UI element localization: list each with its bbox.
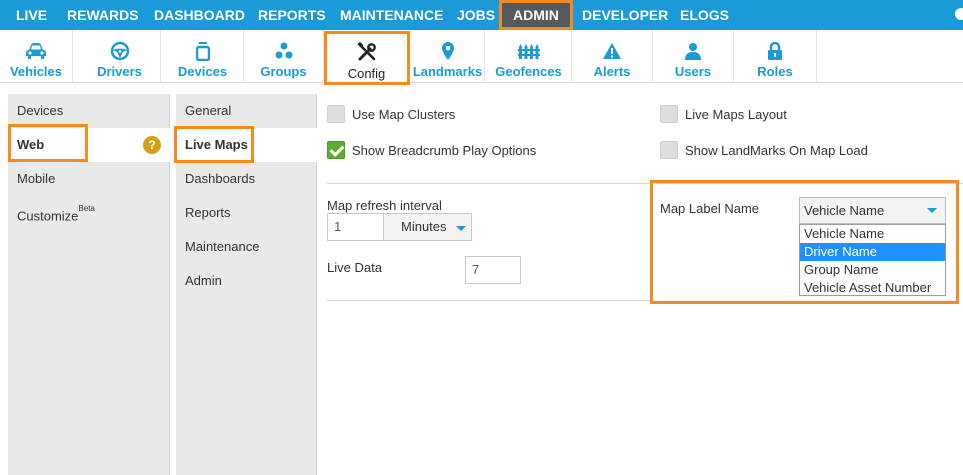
tab-label: Vehicles [9, 64, 63, 79]
refresh-unit-value: Minutes [401, 219, 447, 234]
live-data-input[interactable]: 7 [465, 256, 521, 284]
sidebar-item-label: General [185, 103, 232, 118]
divider [327, 183, 963, 184]
sidebar-item-general[interactable]: General [176, 94, 317, 128]
tab-vehicles[interactable]: Vehicles [0, 30, 73, 83]
tab-geofences[interactable]: Geofences [486, 30, 572, 83]
sidebar-item-live-maps[interactable]: Live Maps [176, 128, 317, 162]
tab-label: Landmarks [412, 64, 483, 79]
use-map-clusters-label: Use Map Clusters [352, 107, 456, 122]
sidebar-item-maintenance[interactable]: Maintenance [176, 230, 317, 264]
sidebar-item-label: Dashboards [185, 171, 256, 186]
refresh-interval-label: Map refresh interval [327, 198, 442, 213]
sidebar-item-label: Reports [185, 205, 231, 220]
device-icon [192, 41, 214, 61]
user-icon [682, 41, 704, 61]
refresh-interval-input[interactable]: 1 [327, 213, 384, 241]
use-map-clusters-checkbox[interactable] [327, 105, 345, 123]
tab-label: Alerts [593, 64, 631, 79]
config-icon-bar: Vehicles Drivers Devices Groups Config L… [0, 30, 963, 85]
sidebar-item-label: Web [17, 137, 45, 152]
option-group-name[interactable]: Group Name [800, 261, 945, 279]
tab-alerts[interactable]: Alerts [572, 30, 653, 83]
help-icon[interactable]: ? [143, 136, 161, 154]
fence-icon [517, 41, 540, 61]
map-pin-icon [437, 41, 459, 61]
sidebar-item-label: Customize [17, 208, 79, 224]
tab-devices[interactable]: Devices [162, 30, 244, 83]
sidebar-item-reports[interactable]: Reports [176, 196, 317, 230]
nav-maintenance[interactable]: MAINTENANCE [340, 0, 443, 30]
option-driver-name[interactable]: Driver Name [800, 243, 945, 261]
map-label-name-value: Vehicle Name [804, 203, 885, 218]
map-label-name-select[interactable]: Vehicle Name [799, 197, 946, 224]
live-data-label: Live Data [327, 260, 382, 275]
lock-icon [764, 41, 786, 61]
nav-dashboard[interactable]: DASHBOARD [154, 0, 245, 30]
tab-label: Groups [260, 64, 307, 79]
nav-elogs[interactable]: ELOGS [680, 0, 729, 30]
nav-jobs[interactable]: JOBS [457, 0, 495, 30]
nav-admin[interactable]: ADMIN [499, 0, 573, 30]
map-label-name-options: Vehicle Name Driver Name Group Name Vehi… [799, 224, 946, 296]
tab-label: Config [347, 66, 386, 81]
divider [327, 300, 650, 301]
tab-drivers[interactable]: Drivers [79, 30, 161, 83]
tab-label: Geofences [495, 64, 562, 79]
option-vehicle-asset-number[interactable]: Vehicle Asset Number [800, 279, 945, 297]
group-icon [273, 41, 295, 61]
show-breadcrumb-label: Show Breadcrumb Play Options [352, 143, 537, 158]
sidebar-item-label: Mobile [17, 171, 56, 186]
sidebar-item-admin[interactable]: Admin [176, 264, 317, 298]
tab-roles[interactable]: Roles [734, 30, 817, 83]
tab-label: Drivers [97, 64, 142, 79]
tab-landmarks[interactable]: Landmarks [411, 30, 485, 83]
sidebar-item-mobile[interactable]: Mobile [8, 162, 170, 196]
live-maps-layout-checkbox[interactable] [660, 105, 678, 123]
beta-tag: Beta [78, 204, 95, 213]
car-icon [25, 41, 47, 61]
sidebar-item-label: Devices [17, 103, 64, 118]
sidebar-item-customize[interactable]: CustomizeBeta [8, 196, 170, 230]
tab-groups[interactable]: Groups [244, 30, 324, 83]
show-landmarks-checkbox[interactable] [660, 141, 678, 159]
tab-label: Devices [177, 64, 228, 79]
sidebar-item-label: Admin [185, 273, 222, 288]
sidebar-item-dashboards[interactable]: Dashboards [176, 162, 317, 196]
sidebar-item-label: Maintenance [185, 239, 260, 254]
nav-developer[interactable]: DEVELOPER [582, 0, 668, 30]
nav-reports[interactable]: REPORTS [258, 0, 326, 30]
chevron-down-icon [927, 208, 937, 213]
live-maps-layout-label: Live Maps Layout [685, 107, 787, 122]
web-settings-sidebar: General Live Maps Dashboards Reports Mai… [176, 94, 317, 475]
chevron-down-icon [456, 226, 466, 231]
steering-wheel-icon [109, 41, 131, 61]
option-vehicle-name[interactable]: Vehicle Name [800, 225, 945, 243]
tab-config[interactable]: Config [324, 31, 410, 85]
sidebar-item-devices[interactable]: Devices [8, 94, 170, 128]
tab-label: Users [674, 64, 712, 79]
nav-dot-icon [955, 8, 963, 20]
warning-icon [601, 41, 623, 61]
wrench-screwdriver-icon [356, 42, 378, 62]
show-landmarks-label: Show LandMarks On Map Load [685, 143, 868, 158]
sidebar-item-label: Live Maps [185, 137, 248, 152]
nav-rewards[interactable]: REWARDS [67, 0, 139, 30]
nav-live[interactable]: LIVE [16, 0, 47, 30]
tab-label: Roles [757, 64, 793, 79]
show-breadcrumb-checkbox[interactable] [327, 141, 345, 159]
map-label-name-label: Map Label Name [660, 201, 759, 216]
top-nav-bar: LIVE REWARDS DASHBOARD REPORTS MAINTENAN… [0, 0, 963, 30]
tab-users[interactable]: Users [653, 30, 734, 83]
